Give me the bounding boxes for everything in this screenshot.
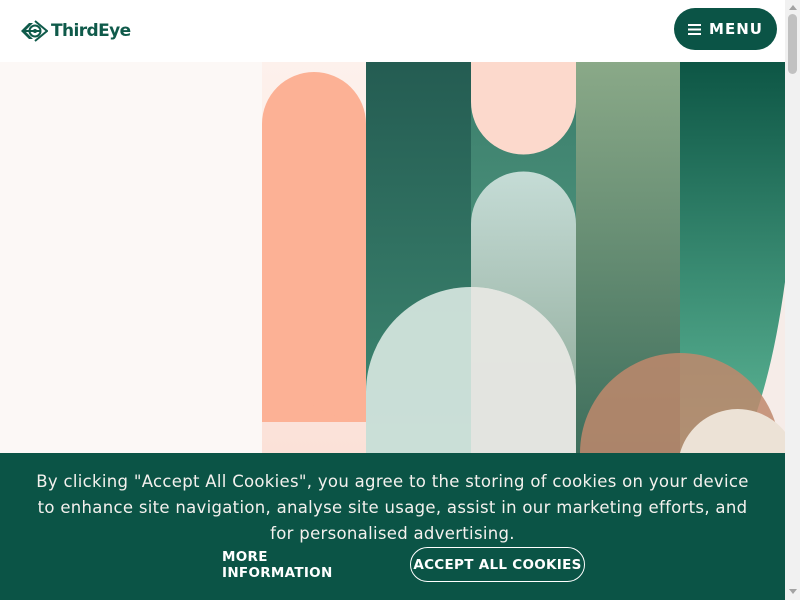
page-scrollbar[interactable]: [785, 0, 800, 600]
cookie-banner: By clicking "Accept All Cookies", you ag…: [0, 453, 785, 600]
brand-name: ThirdEye: [51, 21, 131, 41]
menu-button[interactable]: MENU: [674, 8, 777, 50]
scroll-thumb[interactable]: [788, 14, 797, 74]
accept-all-cookies-button[interactable]: ACCEPT ALL COOKIES: [410, 547, 585, 582]
hamburger-icon: [688, 23, 702, 35]
scroll-down-icon[interactable]: [789, 589, 797, 594]
hero-illustration: [0, 62, 785, 453]
menu-label: MENU: [709, 20, 763, 38]
more-information-link[interactable]: MORE INFORMATION: [222, 548, 382, 582]
cookie-message: By clicking "Accept All Cookies", you ag…: [36, 472, 749, 543]
eye-logo-icon: [21, 20, 48, 42]
site-header: ThirdEye MENU: [0, 0, 785, 62]
scroll-up-icon[interactable]: [789, 5, 797, 10]
brand-logo[interactable]: ThirdEye: [20, 17, 131, 45]
